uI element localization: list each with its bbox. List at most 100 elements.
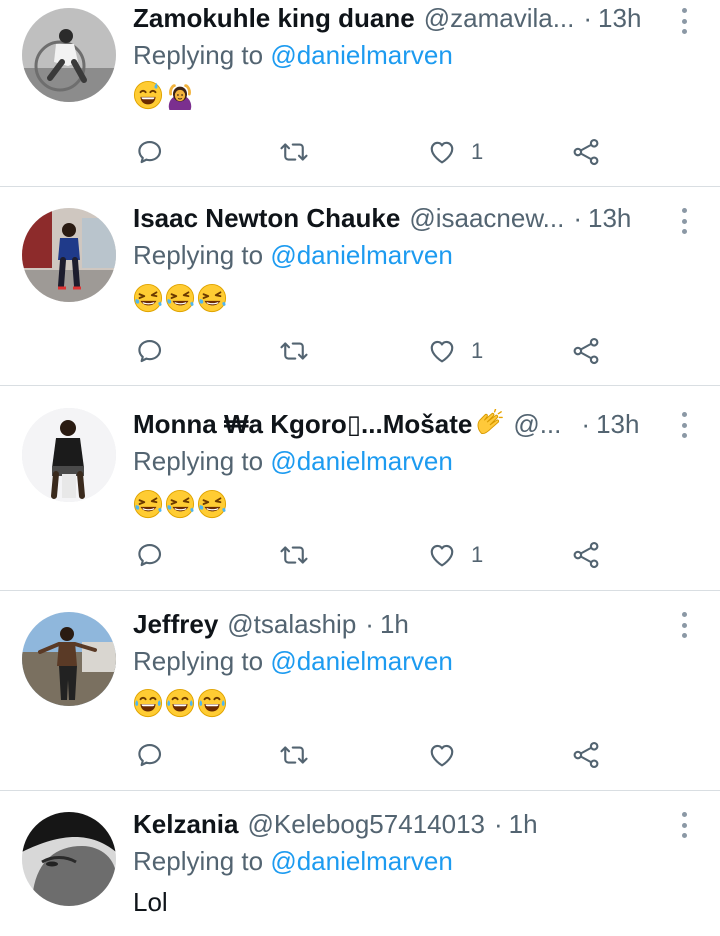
mention-link[interactable]: @danielmarven <box>270 446 452 476</box>
retweet-button[interactable] <box>279 733 309 777</box>
avatar[interactable] <box>22 408 116 502</box>
display-name[interactable]: Monna ₩a Kgoro▯...Mošate <box>133 409 472 440</box>
reply-feed: Zamokuhle king duane @zamavila... · 13h … <box>0 0 720 936</box>
like-button[interactable] <box>427 733 471 777</box>
tweet-2[interactable]: Isaac Newton Chauke @isaacnew... · 13h R… <box>0 187 720 386</box>
mention-link[interactable]: @danielmarven <box>270 646 452 676</box>
timestamp[interactable]: 1h <box>380 609 409 640</box>
retweet-arrows-icon <box>279 540 309 570</box>
more-options-icon[interactable] <box>674 410 694 440</box>
face-with-tears-of-joy-emoji <box>165 688 195 718</box>
separator-dot: · <box>583 2 593 33</box>
mention-link[interactable]: @danielmarven <box>270 846 452 876</box>
share-button[interactable] <box>571 130 601 174</box>
avatar[interactable] <box>22 812 116 906</box>
tweet-actions: 1 <box>133 130 613 174</box>
mention-link[interactable]: @danielmarven <box>270 240 452 270</box>
username[interactable]: @... <box>513 409 561 440</box>
share-button[interactable] <box>571 329 601 373</box>
reply-button[interactable] <box>135 329 165 373</box>
face-with-tears-of-joy-emoji <box>197 688 227 718</box>
username[interactable]: @tsalaship <box>227 609 356 640</box>
replying-to: Replying to @danielmarven <box>133 40 453 71</box>
timestamp[interactable]: 13h <box>588 203 631 234</box>
speech-bubble-icon <box>135 137 165 167</box>
more-options-icon[interactable] <box>674 206 694 236</box>
separator-dot: · <box>365 608 374 639</box>
tweet-header: Zamokuhle king duane @zamavila... · 13h <box>133 0 672 36</box>
like-count: 1 <box>471 542 484 567</box>
tweet-text: Lol <box>133 887 168 918</box>
more-options-icon[interactable] <box>674 810 694 840</box>
tweet-text <box>133 283 227 313</box>
speech-bubble-icon <box>135 336 165 366</box>
timestamp[interactable]: 13h <box>596 409 639 440</box>
like-count: 1 <box>471 139 484 164</box>
retweet-arrows-icon <box>279 740 309 770</box>
retweet-arrows-icon <box>279 137 309 167</box>
tweet-header: Isaac Newton Chauke @isaacnew... · 13h <box>133 200 672 236</box>
separator-dot: · <box>573 202 583 233</box>
rolling-on-floor-laughing-emoji <box>197 489 227 519</box>
username[interactable]: @zamavila... <box>424 3 575 34</box>
rolling-on-floor-laughing-emoji <box>197 283 227 313</box>
retweet-button[interactable] <box>279 329 309 373</box>
heart-outline-icon <box>427 336 457 366</box>
share-button[interactable] <box>571 733 601 777</box>
retweet-arrows-icon <box>279 336 309 366</box>
username[interactable]: @Kelebog57414013 <box>248 809 486 840</box>
tweet-text-content: Lol <box>133 887 168 917</box>
retweet-button[interactable] <box>279 130 309 174</box>
more-options-icon[interactable] <box>674 6 694 36</box>
share-nodes-icon <box>571 540 601 570</box>
replying-to-label: Replying to <box>133 240 264 270</box>
separator-dot: · <box>494 808 503 839</box>
display-name[interactable]: Jeffrey <box>133 609 218 640</box>
display-name[interactable]: Isaac Newton Chauke <box>133 203 400 234</box>
more-options-icon[interactable] <box>674 610 694 640</box>
tweet-actions <box>133 733 613 777</box>
like-button[interactable]: 1 <box>427 130 483 174</box>
timestamp[interactable]: 13h <box>598 3 641 34</box>
rolling-on-floor-laughing-emoji <box>165 489 195 519</box>
display-name[interactable]: Kelzania <box>133 809 239 840</box>
reply-button[interactable] <box>135 533 165 577</box>
tweet-4[interactable]: Jeffrey @tsalaship · 1h Replying to @dan… <box>0 591 720 791</box>
avatar[interactable] <box>22 208 116 302</box>
tweet-1[interactable]: Zamokuhle king duane @zamavila... · 13h … <box>0 0 720 187</box>
mention-link[interactable]: @danielmarven <box>270 40 452 70</box>
separator-dot: · <box>581 408 591 439</box>
replying-to: Replying to @danielmarven <box>133 446 453 477</box>
rolling-on-floor-laughing-emoji <box>133 283 163 313</box>
retweet-button[interactable] <box>279 533 309 577</box>
avatar[interactable] <box>22 612 116 706</box>
replying-to: Replying to @danielmarven <box>133 846 453 877</box>
tweet-text <box>133 80 195 110</box>
like-button[interactable]: 1 <box>427 329 483 373</box>
share-button[interactable] <box>571 533 601 577</box>
share-nodes-icon <box>571 740 601 770</box>
heart-outline-icon <box>427 540 457 570</box>
tweet-header: Kelzania @Kelebog57414013 · 1h <box>133 806 672 842</box>
username[interactable]: @isaacnew... <box>409 203 564 234</box>
tweet-header: Monna ₩a Kgoro▯...Mošate @... · 13h <box>133 406 672 442</box>
avatar[interactable] <box>22 8 116 102</box>
tweet-text <box>133 688 227 718</box>
grinning-sweat-emoji <box>133 80 163 110</box>
tweet-3[interactable]: Monna ₩a Kgoro▯...Mošate @... · 13h Repl… <box>0 386 720 591</box>
display-name[interactable]: Zamokuhle king duane <box>133 3 415 34</box>
share-nodes-icon <box>571 137 601 167</box>
reply-button[interactable] <box>135 733 165 777</box>
tweet-5[interactable]: Kelzania @Kelebog57414013 · 1h Replying … <box>0 791 720 936</box>
replying-to-label: Replying to <box>133 646 264 676</box>
replying-to: Replying to @danielmarven <box>133 646 453 677</box>
tweet-actions: 1 <box>133 329 613 373</box>
like-button[interactable]: 1 <box>427 533 483 577</box>
replying-to-label: Replying to <box>133 846 264 876</box>
heart-outline-icon <box>427 137 457 167</box>
person-gesturing-ok-emoji <box>165 80 195 110</box>
reply-button[interactable] <box>135 130 165 174</box>
speech-bubble-icon <box>135 740 165 770</box>
heart-outline-icon <box>427 740 457 770</box>
timestamp[interactable]: 1h <box>509 809 538 840</box>
